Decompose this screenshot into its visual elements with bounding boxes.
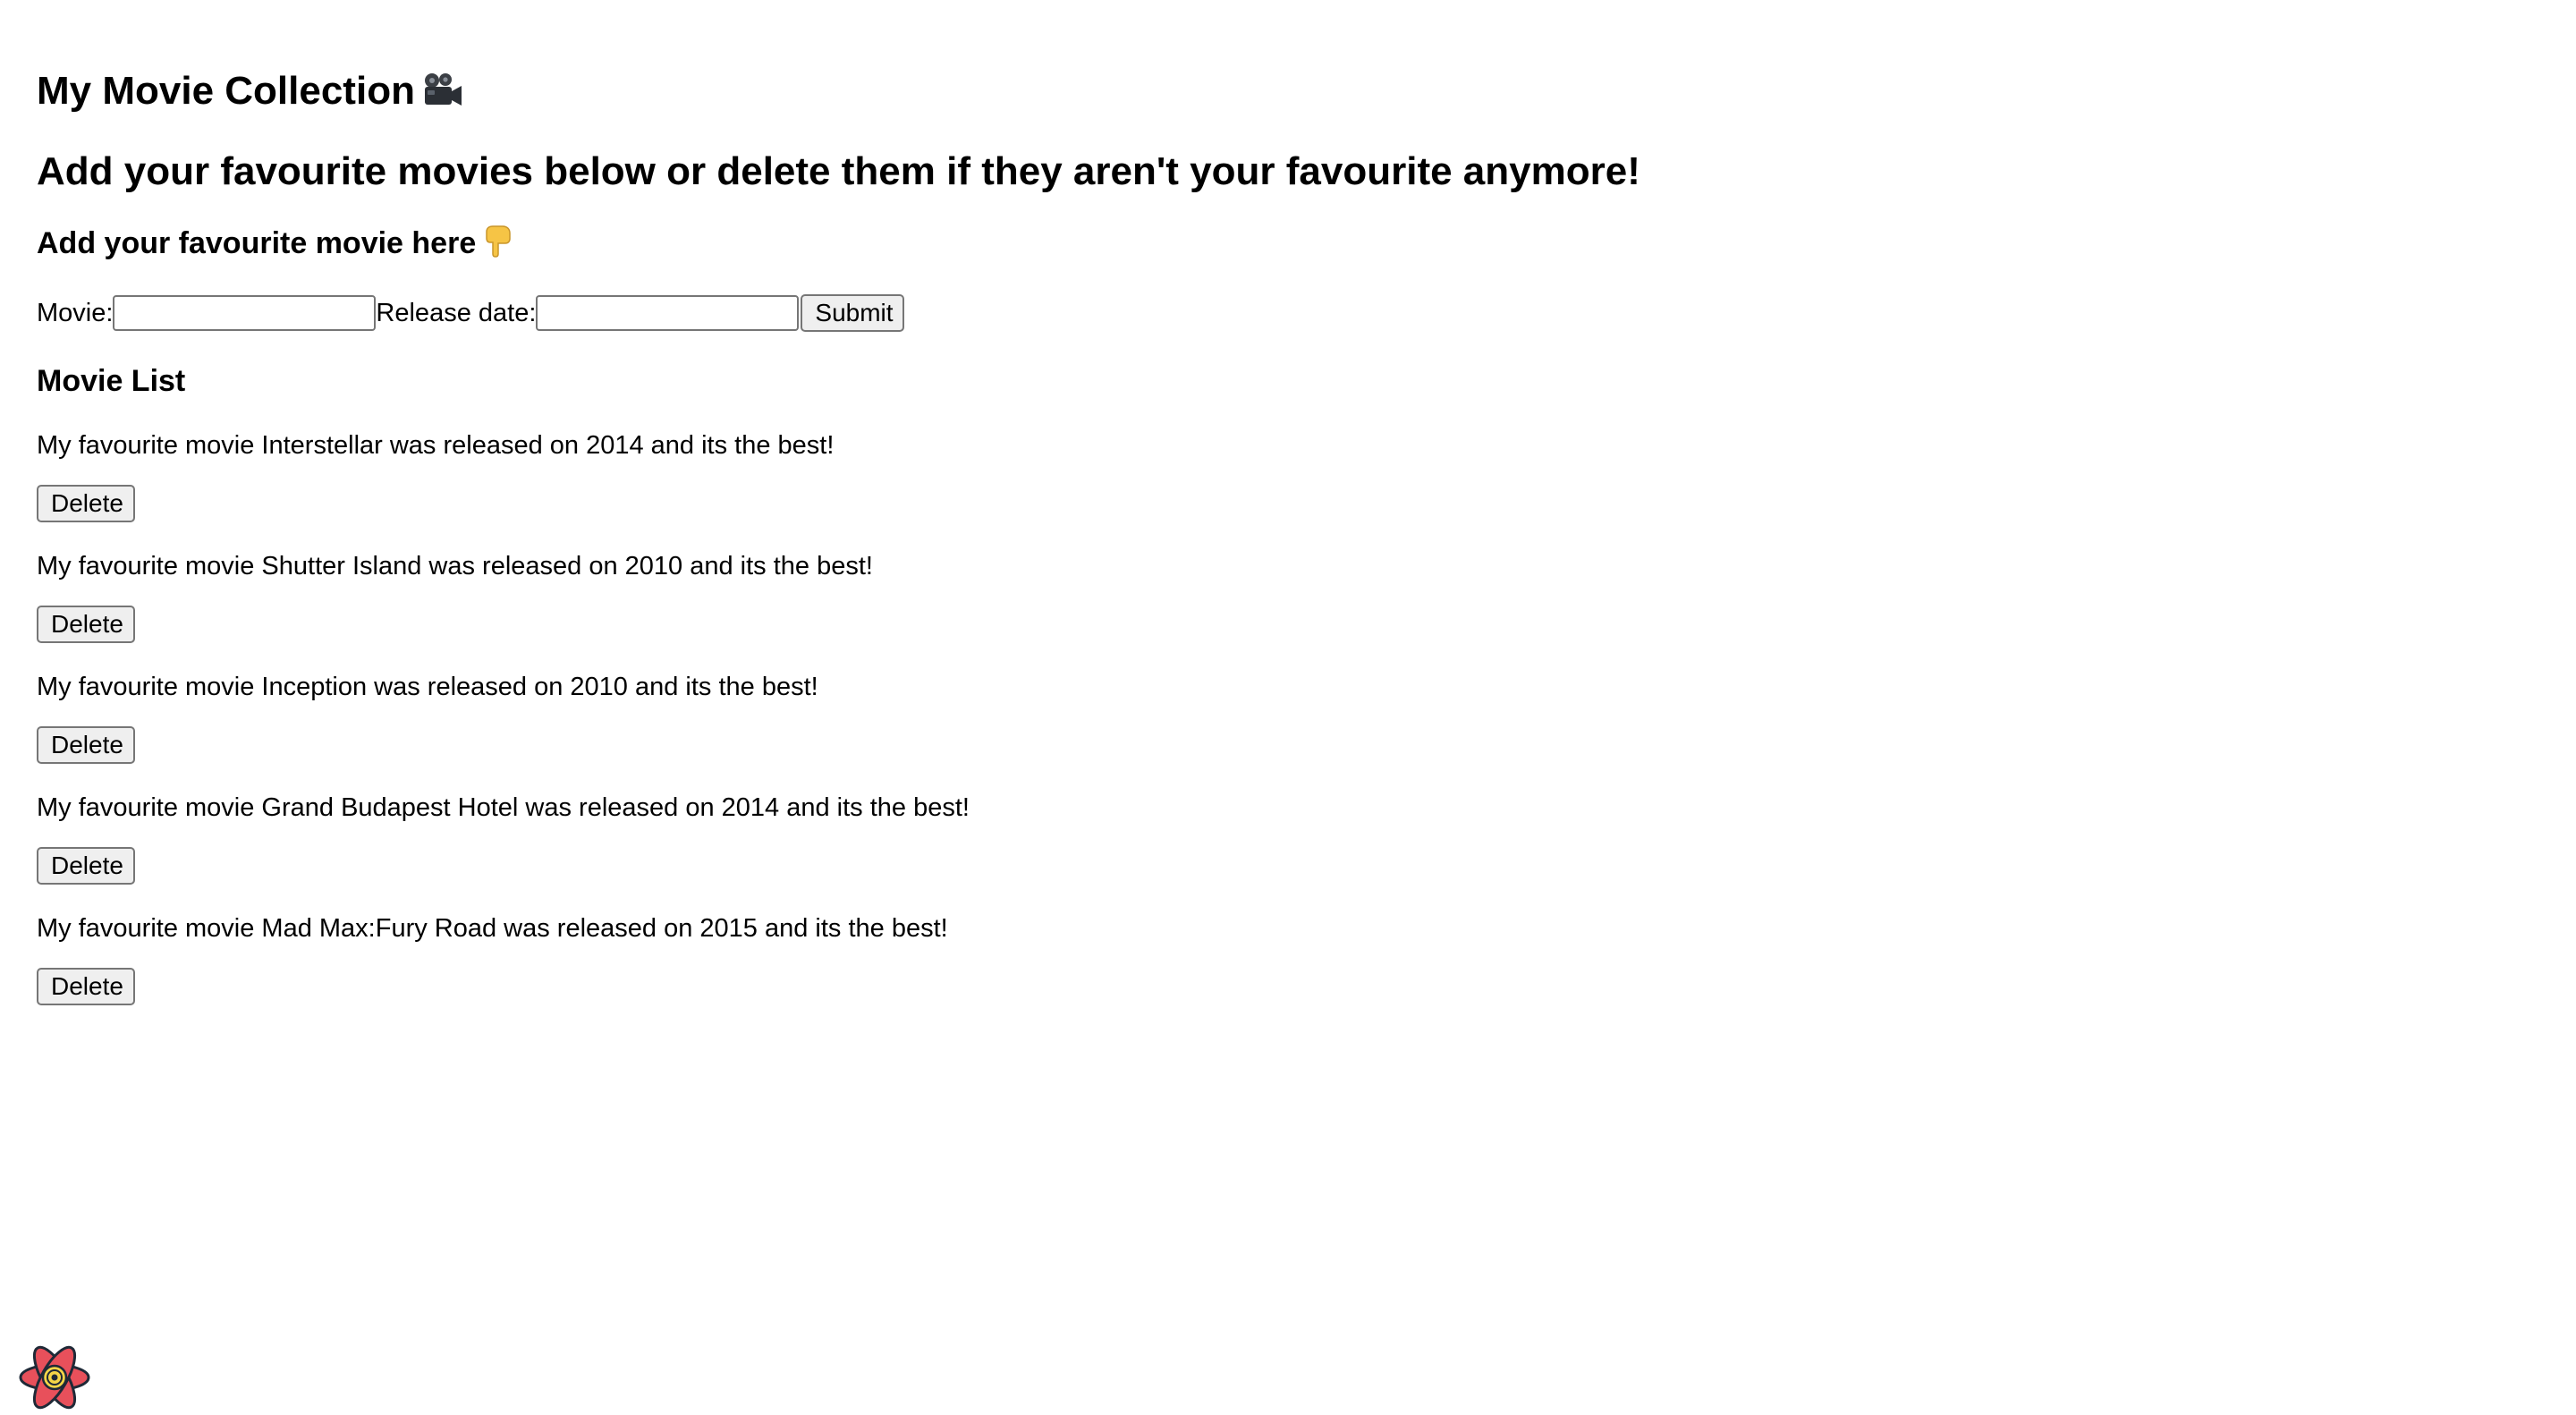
page-subtitle: Add your favourite movies below or delet… [37, 149, 1640, 193]
movie-label: Movie: [37, 299, 114, 327]
movie-description: My favourite movie Mad Max:Fury Road was… [37, 914, 948, 943]
page-title-text: My Movie Collection [37, 69, 415, 113]
form-heading-text: Add your favourite movie here [37, 226, 477, 260]
delete-button[interactable]: Delete [37, 606, 135, 643]
form-heading: Add your favourite movie here [37, 224, 512, 268]
movie-description: My favourite movie Shutter Island was re… [37, 552, 873, 580]
add-movie-form: Movie: Release date: Submit [37, 293, 905, 333]
delete-button[interactable]: Delete [37, 485, 135, 522]
submit-button[interactable]: Submit [801, 294, 905, 332]
movie-description: My favourite movie Grand Budapest Hotel … [37, 793, 970, 822]
movie-input[interactable] [113, 295, 377, 331]
delete-button[interactable]: Delete [37, 847, 135, 885]
movie-camera-icon [422, 72, 463, 122]
react-query-devtools-logo-icon[interactable] [18, 1343, 91, 1411]
page: My Movie Collection Add your favourite m… [0, 0, 2576, 1415]
delete-button[interactable]: Delete [37, 968, 135, 1005]
release-date-input[interactable] [536, 295, 800, 331]
movie-description: My favourite movie Interstellar was rele… [37, 431, 835, 460]
release-date-label: Release date: [376, 299, 537, 327]
movie-list-heading: Movie List [37, 364, 186, 398]
pointing-down-hand-icon [485, 225, 512, 268]
delete-button[interactable]: Delete [37, 726, 135, 764]
page-title: My Movie Collection [37, 66, 463, 122]
movie-description: My favourite movie Inception was release… [37, 673, 818, 701]
